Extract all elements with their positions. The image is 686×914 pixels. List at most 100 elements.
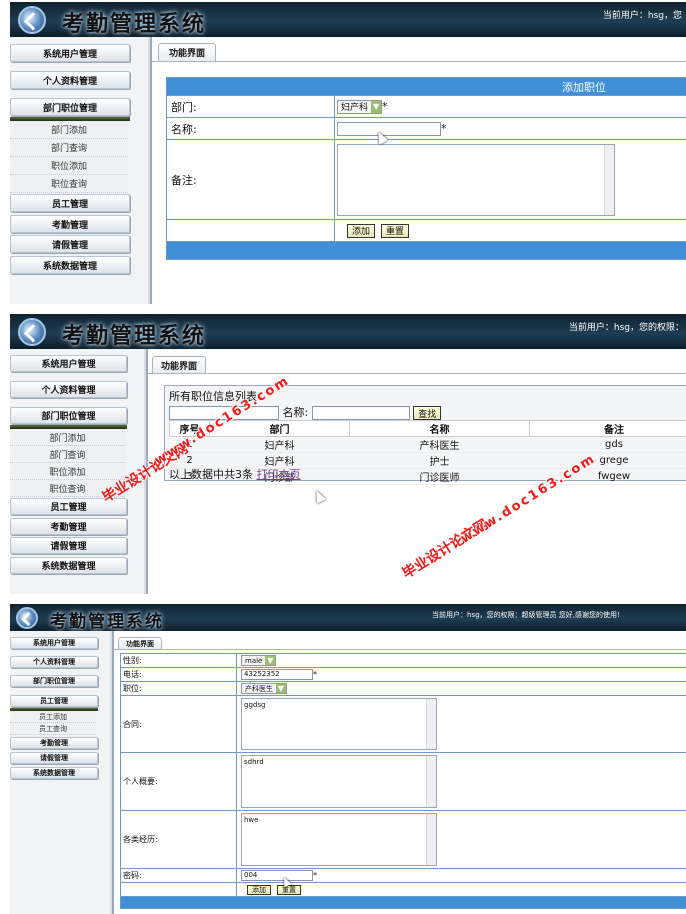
menu-leave[interactable]: 请假管理: [10, 235, 130, 253]
current-user-text: 当前用户：hsg，您的权限：超级管理员 您好,感谢您的使用!: [432, 611, 620, 619]
menu-system-data[interactable]: 系统数据管理: [10, 767, 98, 779]
menu-dept-position[interactable]: 部门职位管理: [10, 407, 127, 424]
menu-system-data[interactable]: 系统数据管理: [10, 557, 127, 574]
col-header: 备注: [529, 420, 686, 437]
submenu-employee-query[interactable]: 员工查询: [10, 723, 96, 735]
submenu-position-add[interactable]: 职位添加: [10, 157, 128, 175]
app-header: 考勤管理系统 当前用户：hsg，您: [10, 2, 686, 37]
main-panel: 功能界面 添加职位 部门: 妇产科 ▼ * 名称: * 备注: 添加 重置: [150, 37, 686, 304]
dept-label: 部门:: [166, 95, 335, 118]
search-name-label: 名称:: [282, 406, 309, 419]
menu-leave[interactable]: 请假管理: [10, 752, 98, 764]
app-title: 考勤管理系统: [50, 612, 164, 632]
phone-input[interactable]: 43252352: [241, 669, 313, 680]
cell: 产科医生: [349, 436, 530, 453]
gender-label: 性别:: [120, 653, 237, 668]
profile-value: sdhrd: [244, 758, 264, 766]
menu-leave[interactable]: 请假管理: [10, 537, 127, 554]
experience-textarea[interactable]: hwe: [241, 813, 437, 866]
menu-attendance[interactable]: 考勤管理: [10, 737, 98, 749]
menu-profile[interactable]: 个人资料管理: [10, 71, 130, 89]
cell: 妇产科: [209, 436, 350, 453]
contract-value: ggdsg: [244, 701, 266, 709]
menu-employee[interactable]: 员工管理: [10, 194, 130, 212]
screenshot-employee-form: 考勤管理系统 当前用户：hsg，您的权限：超级管理员 您好,感谢您的使用! 系统…: [10, 604, 686, 914]
app-title: 考勤管理系统: [62, 11, 207, 37]
required-mark: *: [382, 99, 388, 113]
gender-select-value: male: [245, 656, 263, 665]
chevron-down-icon: ▼: [265, 656, 276, 665]
required-mark: *: [313, 871, 317, 880]
form-title: 添加职位: [562, 80, 606, 94]
add-button[interactable]: 添加: [347, 223, 376, 238]
add-button[interactable]: 添加: [247, 884, 271, 895]
menu-attendance[interactable]: 考勤管理: [10, 518, 127, 535]
cell: 护士: [349, 452, 530, 469]
submenu-dept-query[interactable]: 部门查询: [10, 446, 125, 463]
position-select[interactable]: 产科医生 ▼: [241, 683, 287, 694]
chevron-down-icon: ▼: [276, 684, 286, 693]
tab-underline: [148, 373, 686, 374]
col-header: 名称: [349, 420, 530, 437]
menu-employee[interactable]: 员工管理: [10, 695, 98, 707]
reset-button[interactable]: 重置: [277, 884, 301, 895]
record-count-text: 以上数据中共3条: [169, 468, 253, 481]
required-mark: *: [441, 121, 447, 135]
scrollbar[interactable]: [426, 814, 436, 865]
dept-select[interactable]: 妇产科 ▼: [337, 99, 383, 114]
tab-function[interactable]: 功能界面: [158, 43, 216, 61]
contract-label: 合同:: [120, 695, 237, 753]
sidebar: 系统用户管理 个人资料管理 部门职位管理 员工管理 员工添加 员工查询 考勤管理…: [10, 631, 110, 914]
cell: grege: [529, 452, 686, 469]
screenshot-position-list: 考勤管理系统 当前用户：hsg，您的权限： 系统用户管理 个人资料管理 部门职位…: [10, 314, 686, 594]
submenu-position-add[interactable]: 职位添加: [10, 463, 125, 480]
menu-dept-position[interactable]: 部门职位管理: [10, 98, 130, 116]
scrollbar[interactable]: [426, 699, 436, 749]
mouse-cursor-icon: [311, 488, 327, 504]
app-header: 考勤管理系统 当前用户：hsg，您的权限：: [10, 314, 686, 349]
scrollbar[interactable]: [426, 756, 436, 807]
menu-attendance[interactable]: 考勤管理: [10, 215, 130, 233]
cell: gds: [529, 436, 686, 453]
main-panel: 功能界面 性别: male ▼ 电话: 43252352 * 职位: 产科医生 ▼ 合…: [112, 631, 686, 914]
note-label: 备注:: [166, 139, 335, 220]
app-logo-icon: [18, 318, 46, 346]
submenu-position-query[interactable]: 职位查询: [10, 175, 128, 193]
menu-profile[interactable]: 个人资料管理: [10, 381, 127, 398]
reset-button[interactable]: 重置: [381, 223, 410, 238]
note-textarea[interactable]: [337, 143, 615, 216]
password-label: 密码:: [120, 868, 237, 883]
menu-system-users[interactable]: 系统用户管理: [10, 355, 127, 372]
tab-function[interactable]: 功能界面: [118, 637, 162, 649]
profile-textarea[interactable]: sdhrd: [241, 755, 437, 808]
name-label: 名称:: [166, 117, 335, 140]
app-logo-icon: [18, 6, 46, 34]
name-search-input[interactable]: [311, 406, 410, 420]
menu-dept-position[interactable]: 部门职位管理: [10, 675, 98, 687]
position-select-value: 产科医生: [245, 684, 273, 693]
sidebar: 系统用户管理 个人资料管理 部门职位管理 部门添加 部门查询 职位添加 职位查询…: [10, 37, 148, 304]
tab-function[interactable]: 功能界面: [152, 356, 206, 373]
submenu-dept-add[interactable]: 部门添加: [10, 121, 128, 139]
menu-system-users[interactable]: 系统用户管理: [10, 637, 98, 649]
print-link[interactable]: 打印本页: [257, 468, 301, 481]
gender-select[interactable]: male ▼: [241, 655, 277, 666]
contract-textarea[interactable]: ggdsg: [241, 698, 437, 750]
password-input[interactable]: 004: [241, 870, 313, 881]
app-title: 考勤管理系统: [62, 323, 207, 349]
employee-form: 性别: male ▼ 电话: 43252352 * 职位: 产科医生 ▼ 合同: gg…: [120, 653, 686, 909]
submenu-employee-add[interactable]: 员工添加: [10, 711, 96, 723]
menu-profile[interactable]: 个人资料管理: [10, 656, 98, 668]
required-mark: *: [313, 670, 317, 679]
menu-system-data[interactable]: 系统数据管理: [10, 256, 130, 274]
name-input[interactable]: [337, 121, 441, 136]
current-user-text: 当前用户：hsg，您: [602, 11, 682, 21]
scrollbar[interactable]: [604, 144, 614, 215]
submenu-dept-add[interactable]: 部门添加: [10, 429, 125, 446]
phone-label: 电话:: [120, 667, 237, 682]
sidebar: 系统用户管理 个人资料管理 部门职位管理 部门添加 部门查询 职位添加 职位查询…: [10, 349, 144, 594]
add-position-form: 添加职位 部门: 妇产科 ▼ * 名称: * 备注: 添加 重置: [166, 77, 686, 260]
submenu-dept-query[interactable]: 部门查询: [10, 139, 128, 157]
search-button[interactable]: 查找: [413, 406, 442, 420]
menu-system-users[interactable]: 系统用户管理: [10, 44, 130, 62]
